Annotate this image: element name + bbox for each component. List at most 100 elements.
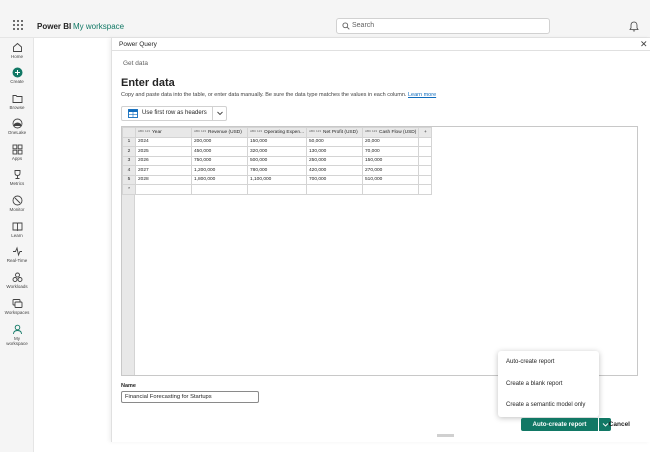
nav-workspaces[interactable]: Workspaces (0, 298, 34, 315)
name-field[interactable] (121, 391, 259, 403)
grid-corner[interactable] (122, 127, 136, 138)
column-header[interactable]: ABC 123 Year (135, 127, 192, 138)
table-cell[interactable]: 70,000 (362, 146, 420, 157)
column-header-label: Cash Flow (USD) (379, 129, 417, 135)
empty-cell[interactable] (418, 165, 433, 176)
table-cell[interactable]: 2024 (135, 136, 192, 147)
empty-cell[interactable] (418, 184, 433, 195)
nav-onelake-label: OneLake (7, 130, 27, 135)
nav-create-label: Create (10, 79, 24, 84)
table-row[interactable]: 5 2028 1,800,000 1,100,000 700,000 510,0… (122, 174, 433, 185)
column-type-icon[interactable]: ABC 123 (138, 129, 150, 133)
table-row[interactable]: 4 2027 1,200,000 780,000 420,000 270,000 (122, 165, 433, 176)
table-cell[interactable]: 150,000 (246, 136, 308, 147)
search-input[interactable]: Search (352, 22, 374, 29)
dialog-divider (112, 50, 650, 51)
nav-apps[interactable]: Apps (0, 144, 34, 161)
table-cell[interactable]: 420,000 (306, 165, 364, 176)
nav-my-workspace[interactable]: My workspace (0, 324, 34, 346)
nav-learn[interactable]: Learn (0, 221, 34, 238)
column-header[interactable]: ABC 123 Net Profit (USD) (306, 127, 364, 138)
nav-metrics[interactable]: Metrics (0, 169, 34, 186)
empty-cell[interactable] (135, 184, 192, 195)
column-header[interactable]: ABC 123 Operating Expen... (246, 127, 308, 138)
empty-cell[interactable] (418, 155, 433, 166)
table-cell[interactable]: 150,000 (362, 155, 420, 166)
table-row[interactable]: 1 2024 200,000 150,000 50,000 20,000 (122, 136, 433, 147)
nav-home[interactable]: Home (0, 42, 34, 59)
chevron-down-icon[interactable] (216, 109, 224, 117)
menu-item-create-blank-report[interactable]: Create a blank report (506, 381, 562, 387)
table-cell[interactable]: 500,000 (246, 155, 308, 166)
table-cell[interactable]: 1,100,000 (246, 174, 308, 185)
bell-icon[interactable] (629, 21, 639, 32)
table-cell[interactable]: 200,000 (191, 136, 248, 147)
table-cell[interactable]: 450,000 (191, 146, 248, 157)
use-first-row-main[interactable]: Use first row as headers (122, 107, 212, 120)
table-cell[interactable]: 320,000 (246, 146, 308, 157)
empty-cell[interactable] (191, 184, 248, 195)
table-cell[interactable]: 20,000 (362, 136, 420, 147)
table-cell[interactable]: 50,000 (306, 136, 364, 147)
nav-monitor[interactable]: Monitor (0, 195, 34, 212)
table-cell[interactable]: 700,000 (306, 174, 364, 185)
nav-realtime[interactable]: Real-Time (0, 246, 34, 263)
search-box[interactable]: Search (336, 18, 550, 34)
column-header-label: Revenue (USD) (208, 129, 242, 135)
table-row[interactable]: 3 2026 750,000 500,000 250,000 150,000 (122, 155, 433, 166)
app-brand[interactable]: Power BI (37, 22, 71, 31)
nav-browse[interactable]: Browse (0, 93, 34, 110)
table-cell[interactable]: 510,000 (362, 174, 420, 185)
table-cell[interactable]: 2027 (135, 165, 192, 176)
empty-cell[interactable] (418, 136, 433, 147)
menu-item-create-semantic-model[interactable]: Create a semantic model only (506, 402, 585, 408)
table-cell[interactable]: 250,000 (306, 155, 364, 166)
data-grid[interactable]: ABC 123 Year ABC 123 Revenue (USD) ABC 123… (121, 126, 638, 376)
nav-create[interactable]: Create (0, 67, 34, 84)
table-cell[interactable]: 130,000 (306, 146, 364, 157)
table-cell[interactable]: 2028 (135, 174, 192, 185)
workspace-link[interactable]: My workspace (73, 22, 124, 31)
browse-icon (12, 95, 22, 103)
table-cell[interactable]: 2025 (135, 146, 192, 157)
nav-onelake[interactable]: OneLake (0, 118, 34, 135)
add-column-button[interactable]: + (418, 127, 433, 138)
close-icon[interactable]: ✕ (640, 39, 648, 50)
column-type-icon[interactable]: ABC 123 (194, 129, 206, 133)
table-row[interactable]: 2 2025 450,000 320,000 130,000 70,000 (122, 146, 433, 157)
table-cell[interactable]: 780,000 (246, 165, 308, 176)
workspaces-icon (12, 299, 22, 308)
new-row-marker[interactable]: * (122, 184, 136, 195)
auto-create-report-button[interactable]: Auto-create report (521, 418, 598, 431)
menu-item-auto-create-report[interactable]: Auto-create report (506, 359, 554, 365)
empty-cell[interactable] (306, 184, 364, 195)
column-header-label: Year (152, 129, 162, 135)
column-type-icon[interactable]: ABC 123 (250, 129, 262, 133)
data-table[interactable]: ABC 123 Year ABC 123 Revenue (USD) ABC 123… (122, 127, 433, 195)
waffle-icon[interactable] (12, 19, 24, 31)
new-row[interactable]: * (122, 184, 433, 195)
table-cell[interactable]: 750,000 (191, 155, 248, 166)
table-cell[interactable]: 1,200,000 (191, 165, 248, 176)
table-cell[interactable]: 2026 (135, 155, 192, 166)
empty-cell[interactable] (246, 184, 308, 195)
table-cell[interactable]: 270,000 (362, 165, 420, 176)
nav-home-label: Home (10, 54, 23, 59)
column-type-icon[interactable]: ABC 123 (365, 129, 377, 133)
empty-cell[interactable] (418, 146, 433, 157)
empty-cell[interactable] (362, 184, 420, 195)
column-type-icon[interactable]: ABC 123 (309, 129, 321, 133)
scrollbar-thumb[interactable] (437, 434, 454, 437)
empty-cell[interactable] (418, 174, 433, 185)
use-first-row-button[interactable]: Use first row as headers (121, 106, 227, 121)
column-header[interactable]: ABC 123 Revenue (USD) (191, 127, 248, 138)
nav-workloads[interactable]: Workloads (0, 272, 34, 289)
breadcrumb-get-data[interactable]: Get data (123, 60, 148, 67)
realtime-icon (12, 246, 22, 257)
cancel-button[interactable]: Cancel (606, 421, 630, 428)
row-number: 4 (122, 165, 136, 176)
dialog-title: Power Query (119, 41, 157, 48)
table-cell[interactable]: 1,800,000 (191, 174, 248, 185)
learn-more-link[interactable]: Learn more (408, 92, 436, 98)
column-header[interactable]: ABC 123 Cash Flow (USD) (362, 127, 420, 138)
